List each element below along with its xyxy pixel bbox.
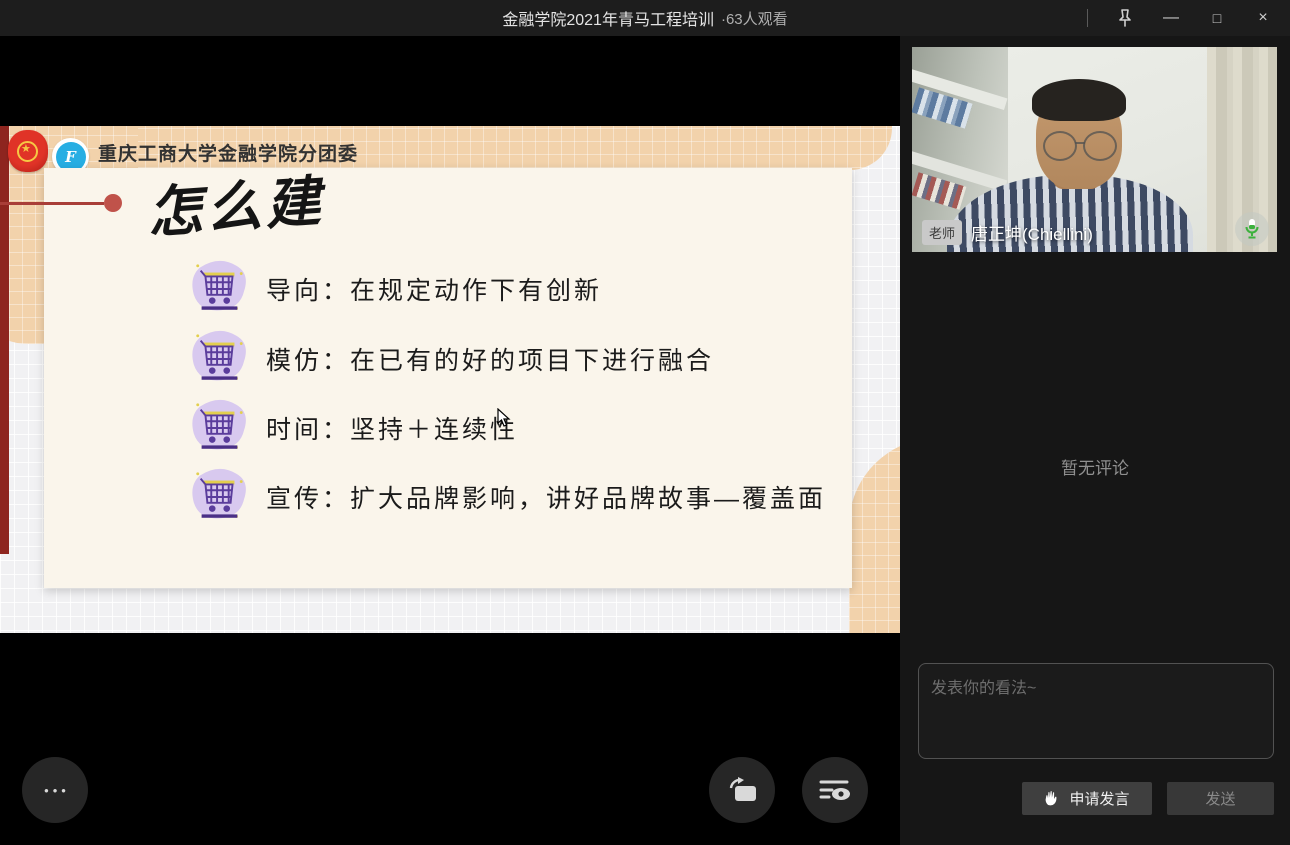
comment-input[interactable] bbox=[918, 663, 1274, 759]
slide-title: 怎么建 bbox=[144, 156, 326, 248]
slide-bullet: 宣传：扩大品牌影响，讲好品牌故事—覆盖面 bbox=[188, 466, 826, 528]
more-options-button[interactable]: ••• bbox=[22, 757, 88, 823]
raised-hand-icon bbox=[1044, 790, 1061, 807]
badge-star: ★ bbox=[21, 142, 31, 155]
comment-visibility-button[interactable] bbox=[802, 757, 868, 823]
bullet-text: 模仿：在已有的好的项目下进行融合 bbox=[266, 341, 714, 377]
main-stage: ★ F 重庆工商大学金融学院分团委 怎么建 导向：在规定动作下有创新 bbox=[0, 36, 900, 845]
title-bar: 金融学院2021年青马工程培训 ·63人观看 — □ × bbox=[0, 0, 1290, 36]
no-comments-text: 暂无评论 bbox=[900, 454, 1290, 479]
app-window: 金融学院2021年青马工程培训 ·63人观看 — □ × ★ bbox=[0, 0, 1290, 845]
speaker-hair bbox=[1032, 79, 1126, 121]
close-button[interactable]: × bbox=[1240, 0, 1286, 36]
youth-league-badge-icon: ★ bbox=[8, 130, 48, 172]
microphone-icon bbox=[1243, 218, 1261, 240]
speaker-glasses bbox=[1043, 131, 1077, 161]
title-accent-dot bbox=[104, 194, 122, 212]
speaker-glasses bbox=[1083, 131, 1117, 161]
slide-decor-maroon-strip bbox=[0, 126, 9, 554]
more-dots-icon: ••• bbox=[40, 783, 70, 798]
pin-icon bbox=[1116, 8, 1134, 28]
window-title: 金融学院2021年青马工程培训 bbox=[502, 6, 714, 30]
slide-bullet: 导向：在规定动作下有创新 bbox=[188, 258, 602, 320]
speaker-name: 唐正坤(Chiellini) bbox=[971, 220, 1093, 245]
speaker-name-row: 老师 唐正坤(Chiellini) bbox=[922, 220, 1093, 245]
pin-button[interactable] bbox=[1102, 0, 1148, 36]
viewer-count: ·63人观看 bbox=[721, 8, 788, 29]
mouse-cursor bbox=[497, 408, 511, 428]
minimize-button[interactable]: — bbox=[1148, 0, 1194, 36]
bullet-text: 导向：在规定动作下有创新 bbox=[266, 271, 602, 307]
screen-share-video[interactable]: ★ F 重庆工商大学金融学院分团委 怎么建 导向：在规定动作下有创新 bbox=[0, 126, 900, 633]
rotate-screen-icon bbox=[725, 775, 759, 805]
slide-decor-bottom-right-blob bbox=[849, 438, 900, 633]
maximize-button[interactable]: □ bbox=[1194, 0, 1240, 36]
mic-status-indicator bbox=[1235, 212, 1269, 246]
title-accent-line bbox=[0, 202, 104, 205]
bullet-text: 时间：坚持＋连续性 bbox=[266, 410, 518, 446]
request-to-speak-label: 申请发言 bbox=[1069, 788, 1129, 809]
shopping-cart-icon bbox=[188, 330, 250, 388]
college-logo-monogram: F bbox=[56, 142, 86, 172]
speaker-glasses-bridge bbox=[1075, 142, 1085, 144]
bullet-text: 宣传：扩大品牌影响，讲好品牌故事—覆盖面 bbox=[266, 479, 826, 515]
shopping-cart-icon bbox=[188, 468, 250, 526]
shopping-cart-icon bbox=[188, 399, 250, 457]
shopping-cart-icon bbox=[188, 260, 250, 318]
teacher-video-tile[interactable]: 老师 唐正坤(Chiellini) bbox=[912, 47, 1277, 252]
list-eye-icon bbox=[819, 777, 851, 803]
rotate-screen-button[interactable] bbox=[709, 757, 775, 823]
send-button[interactable]: 发送 bbox=[1167, 782, 1274, 815]
slide-bullet: 模仿：在已有的好的项目下进行融合 bbox=[188, 328, 714, 390]
window-controls: — □ × bbox=[1081, 0, 1286, 36]
request-to-speak-button[interactable]: 申请发言 bbox=[1022, 782, 1152, 815]
controls-divider bbox=[1087, 9, 1088, 27]
sidebar: 老师 唐正坤(Chiellini) 暂无评论 申请发言 发送 bbox=[900, 36, 1290, 845]
slide-bullet: 时间：坚持＋连续性 bbox=[188, 397, 518, 459]
role-badge: 老师 bbox=[922, 220, 962, 245]
